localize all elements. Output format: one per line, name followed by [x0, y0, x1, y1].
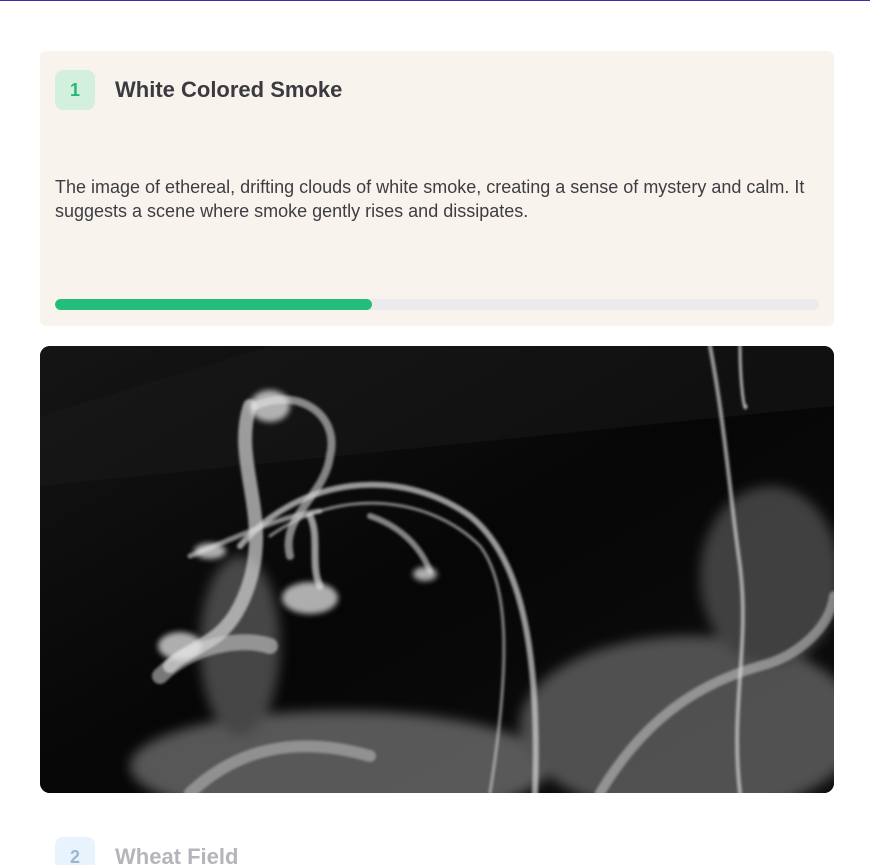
- step-title-2[interactable]: Wheat Field: [115, 844, 238, 865]
- step-number-badge-2: 2: [55, 837, 95, 865]
- step-card-active[interactable]: 1 White Colored Smoke The image of ether…: [40, 51, 834, 326]
- top-divider: [0, 0, 870, 1]
- step-description: The image of ethereal, drifting clouds o…: [55, 177, 805, 221]
- smoke-illustration: [40, 346, 834, 793]
- smoke-image: [40, 346, 834, 793]
- step-number-badge: 1: [55, 70, 95, 110]
- page: 1 White Colored Smoke The image of ether…: [0, 0, 870, 865]
- progress-bar: [55, 299, 819, 310]
- step-title: White Colored Smoke: [115, 77, 343, 102]
- progress-bar-fill: [55, 299, 373, 310]
